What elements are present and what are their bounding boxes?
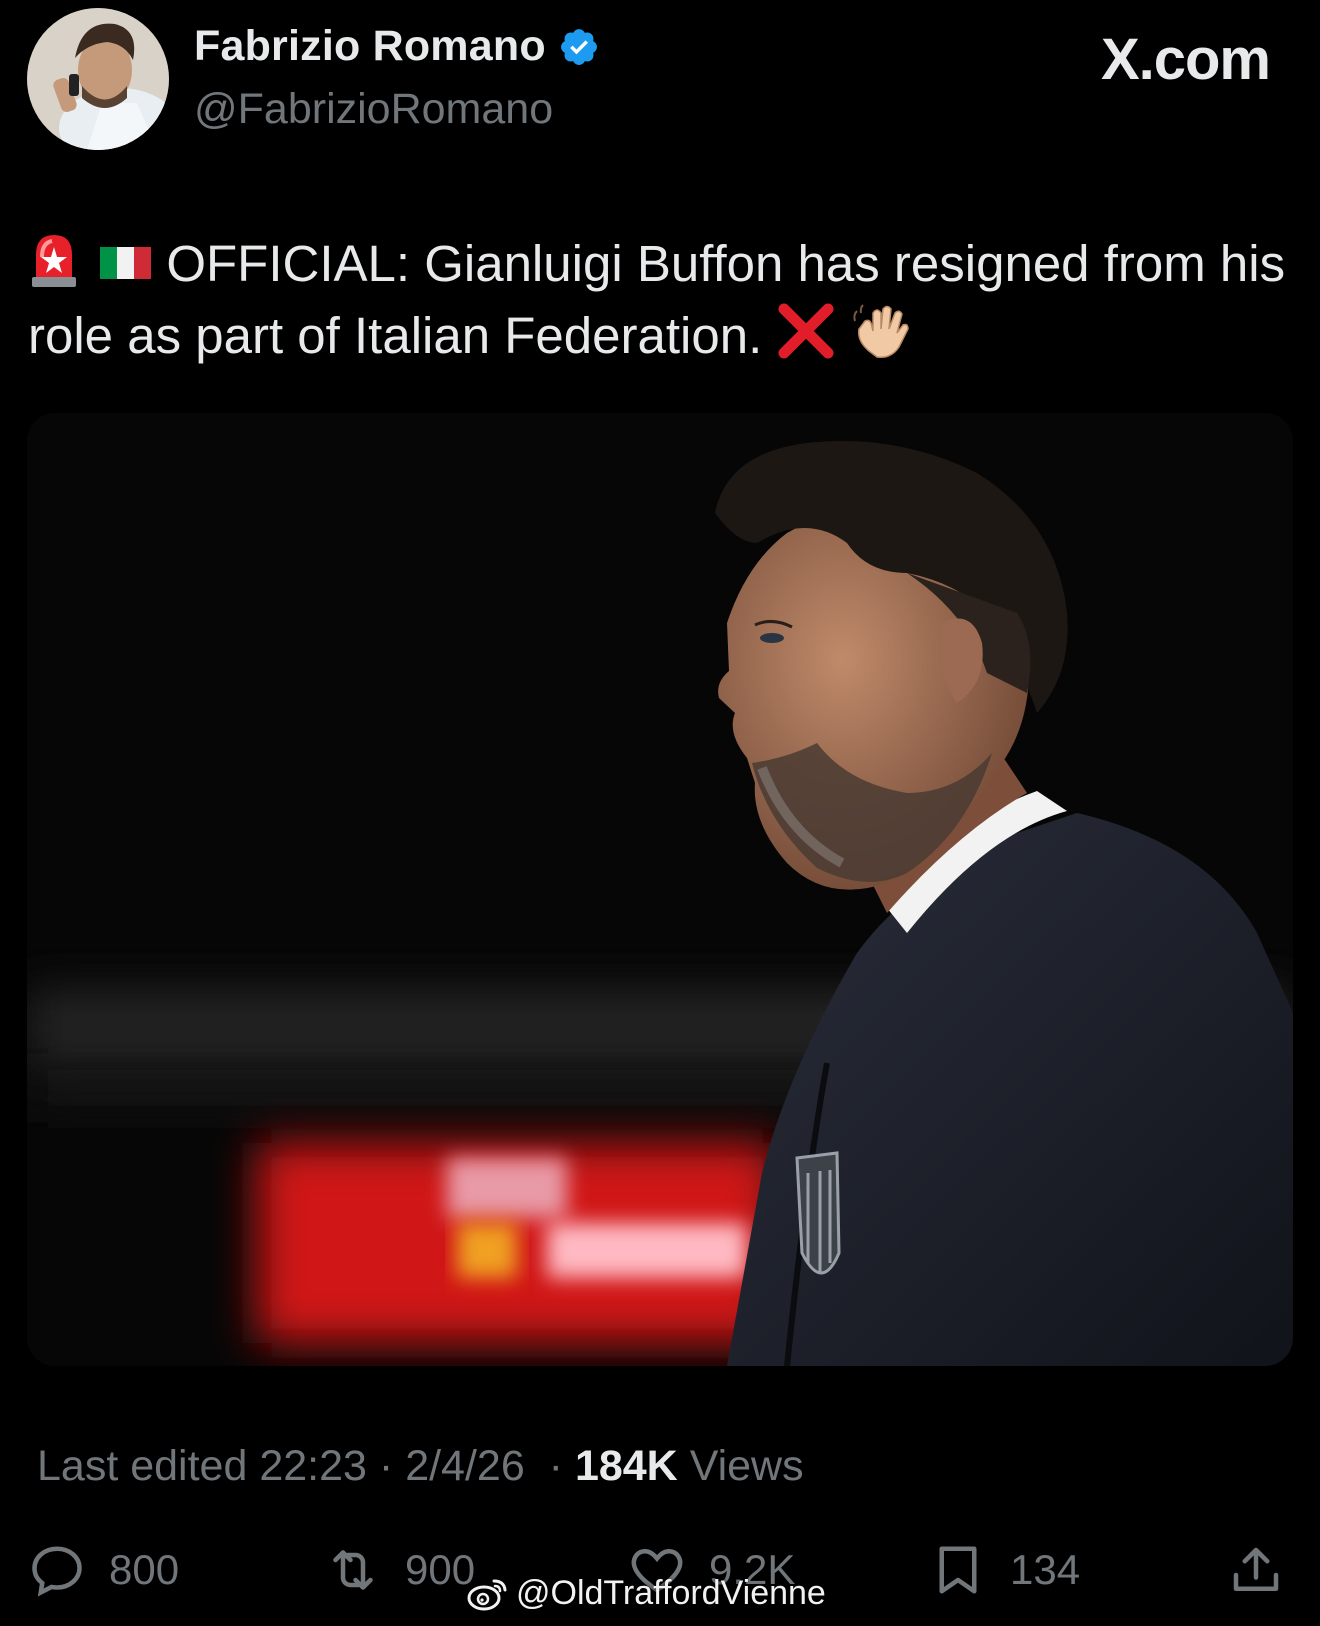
- rotating-light-emoji: [32, 235, 76, 287]
- meta-separator: ·: [536, 1442, 563, 1490]
- watermark-text: @OldTraffordVienne: [516, 1574, 826, 1612]
- tweet-date[interactable]: 2/4/26: [405, 1442, 525, 1490]
- author-avatar[interactable]: [27, 8, 169, 150]
- tweet-text: OFFICIAL: Gianluigi Buffon has resigned …: [28, 228, 1288, 372]
- views-label: Views: [689, 1442, 804, 1490]
- repost-button[interactable]: 900: [323, 1540, 475, 1600]
- bookmark-count: 134: [1010, 1546, 1081, 1593]
- tweet-photo[interactable]: [27, 413, 1293, 1366]
- edited-label[interactable]: Last edited: [37, 1442, 247, 1490]
- italy-flag-emoji: [100, 247, 152, 279]
- bookmark-icon: [939, 1546, 977, 1594]
- brand-logo: X.com: [1100, 27, 1271, 92]
- reply-count: 800: [109, 1546, 180, 1593]
- author-handle[interactable]: @FabrizioRomano: [194, 85, 553, 134]
- views-count: 184K: [574, 1442, 678, 1490]
- share-icon: [1233, 1547, 1279, 1591]
- weibo-watermark: @OldTraffordVienne: [466, 1574, 826, 1613]
- reply-button[interactable]: 800: [27, 1540, 179, 1600]
- share-button[interactable]: [1226, 1540, 1286, 1600]
- reply-icon: [32, 1546, 82, 1597]
- meta-separator: ·: [378, 1442, 394, 1490]
- tweet-body-text: OFFICIAL: Gianluigi Buffon has resigned …: [28, 235, 1286, 364]
- red-cross-emoji: [778, 303, 834, 359]
- author-display-name[interactable]: Fabrizio Romano: [194, 22, 546, 71]
- waving-hand-emoji: [852, 304, 909, 359]
- verified-badge-icon: [560, 28, 597, 65]
- weibo-icon: [467, 1579, 507, 1610]
- tweet-meta: Last edited 22:23 · 2/4/26 · 184K Views: [37, 1442, 804, 1491]
- repost-count: 900: [405, 1546, 476, 1593]
- tweet-time[interactable]: 22:23: [259, 1442, 367, 1490]
- bookmark-button[interactable]: 134: [928, 1540, 1080, 1600]
- repost-icon: [333, 1550, 373, 1590]
